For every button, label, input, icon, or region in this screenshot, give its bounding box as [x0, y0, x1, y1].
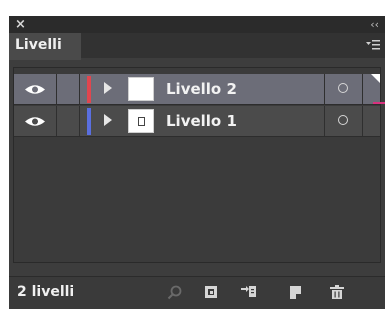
panel-title-strip: × ‹‹	[9, 16, 385, 33]
locate-object-icon[interactable]	[167, 285, 183, 300]
column-divider	[324, 106, 325, 136]
selection-corner-indicator	[371, 74, 380, 83]
delete-icon[interactable]	[329, 285, 345, 300]
selection-indicator	[373, 102, 385, 104]
layer-row-livello-2[interactable]: Livello 2	[14, 74, 380, 105]
column-divider	[79, 106, 80, 136]
layers-panel: × ‹‹ Livelli Livello 2 Livello 1 2 livel…	[9, 16, 385, 309]
tab-bar: Livelli	[9, 33, 385, 60]
column-divider	[56, 74, 57, 104]
create-sublayer-icon[interactable]	[241, 285, 257, 300]
eye-icon[interactable]	[24, 83, 46, 96]
eye-icon[interactable]	[24, 115, 46, 128]
column-divider	[79, 74, 80, 104]
layer-name[interactable]: Livello 2	[166, 74, 237, 105]
layers-list: Livello 2 Livello 1	[13, 67, 381, 263]
target-circle-icon[interactable]	[338, 83, 348, 93]
layer-count-label: 2 livelli	[17, 284, 75, 300]
close-icon[interactable]: ×	[15, 16, 26, 33]
panel-menu-icon[interactable]	[366, 39, 380, 51]
column-divider	[362, 106, 363, 136]
column-divider	[324, 74, 325, 104]
expand-arrow-icon[interactable]	[104, 114, 112, 126]
layer-color-swatch	[87, 76, 91, 103]
create-new-layer-icon[interactable]	[287, 285, 303, 300]
collapse-panel-icon[interactable]: ‹‹	[370, 16, 379, 33]
column-divider	[56, 106, 57, 136]
expand-arrow-icon[interactable]	[104, 82, 112, 94]
layer-row-livello-1[interactable]: Livello 1	[14, 106, 380, 137]
layer-thumbnail	[128, 109, 154, 133]
layer-color-swatch	[87, 108, 91, 135]
make-clipping-mask-icon[interactable]	[204, 285, 220, 300]
target-circle-icon[interactable]	[338, 115, 348, 125]
layer-name[interactable]: Livello 1	[166, 106, 237, 137]
layer-thumbnail	[128, 77, 154, 101]
tab-livelli[interactable]: Livelli	[9, 33, 81, 60]
panel-footer: 2 livelli	[9, 276, 385, 309]
thumbnail-artwork	[138, 117, 145, 126]
column-divider	[362, 74, 363, 104]
